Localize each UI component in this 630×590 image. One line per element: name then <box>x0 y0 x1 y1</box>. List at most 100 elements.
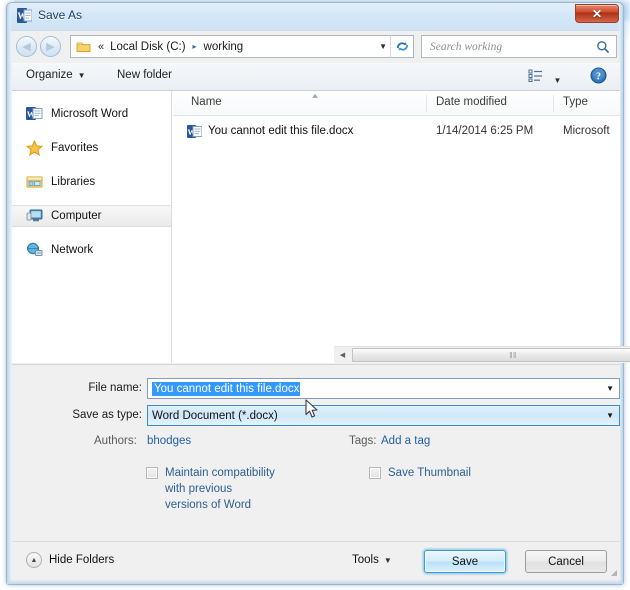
view-options-button[interactable]: ▼ <box>528 68 561 88</box>
hide-folders-label: Hide Folders <box>49 554 115 566</box>
dialog-title: Save As <box>38 8 83 22</box>
sidebar-item-label: Network <box>51 244 94 256</box>
tools-button[interactable]: Tools ▼ <box>352 554 392 566</box>
authors-label: Authors: <box>94 435 137 447</box>
cancel-button[interactable]: Cancel <box>525 550 607 573</box>
forward-arrow-icon: ▶ <box>46 41 55 53</box>
save-as-type-select[interactable]: Word Document (*.docx) ▼ <box>147 405 620 426</box>
search-input[interactable]: Search working <box>421 35 617 58</box>
chevron-down-icon: ▼ <box>77 71 86 80</box>
forward-button[interactable]: ▶ <box>40 36 61 57</box>
breadcrumb-item-folder[interactable]: working <box>204 41 244 53</box>
column-divider[interactable] <box>553 95 554 112</box>
save-thumbnail-checkbox[interactable] <box>369 467 381 479</box>
folder-icon <box>76 40 91 53</box>
sidebar-item-label: Computer <box>51 210 102 222</box>
svg-text:?: ? <box>596 71 601 82</box>
address-bar: ◀ ▶ « Local Disk (C:) ▸ working ▼ Search… <box>7 29 625 63</box>
back-button[interactable]: ◀ <box>16 36 37 57</box>
organize-label: Organize <box>26 69 73 81</box>
cancel-button-label: Cancel <box>548 555 584 568</box>
libraries-icon <box>26 174 44 190</box>
refresh-button[interactable] <box>390 35 414 58</box>
file-date-cell: 1/14/2014 6:25 PM <box>436 125 534 137</box>
chevron-down-icon: ▼ <box>383 556 392 565</box>
computer-icon <box>26 208 44 224</box>
maintain-compatibility-checkbox-row[interactable]: Maintain compatibility with previous ver… <box>146 465 276 513</box>
word-document-icon: W <box>26 106 44 122</box>
organize-button[interactable]: Organize ▼ <box>26 69 86 81</box>
tags-label: Tags: <box>349 435 377 447</box>
sidebar-item-computer[interactable]: Computer <box>12 205 171 227</box>
scroll-left-arrow-icon[interactable]: ◀ <box>334 347 351 363</box>
refresh-icon <box>391 36 413 57</box>
column-divider[interactable] <box>426 95 427 112</box>
file-name-cell: You cannot edit this file.docx <box>208 125 354 137</box>
sidebar-item-label: Libraries <box>51 176 96 188</box>
dialog-content: W Microsoft Word Favorites Libraries Com… <box>12 91 630 363</box>
dialog-edge-bottom <box>7 579 623 584</box>
save-thumbnail-label[interactable]: Save Thumbnail <box>388 465 529 481</box>
tools-label: Tools <box>352 554 379 566</box>
table-row[interactable]: W You cannot edit this file.docx 1/14/20… <box>181 121 620 141</box>
mouse-cursor-icon <box>305 399 318 418</box>
help-button[interactable]: ? <box>590 67 607 89</box>
file-name-input[interactable]: You cannot edit this file.docx ▼ <box>147 378 620 399</box>
view-options-icon <box>528 69 548 87</box>
sidebar-item-label: Microsoft Word <box>51 108 129 120</box>
breadcrumb-item-drive[interactable]: Local Disk (C:) <box>110 41 185 53</box>
file-type-cell: Microsoft <box>563 125 610 137</box>
column-header-date-modified[interactable]: Date modified <box>436 96 507 108</box>
new-folder-button[interactable]: New folder <box>117 69 172 81</box>
search-placeholder: Search working <box>430 40 503 53</box>
scrollbar-grip-icon: ‖‖ <box>509 350 517 360</box>
dialog-titlebar: W Save As ✕ <box>7 3 625 29</box>
save-button[interactable]: Save <box>424 550 506 573</box>
resize-grip-icon[interactable]: ◢ <box>611 568 617 577</box>
breadcrumb-overflow-icon[interactable]: « <box>98 41 104 53</box>
breadcrumb[interactable]: « Local Disk (C:) ▸ working ▼ <box>70 35 390 58</box>
breadcrumb-separator-icon: ▸ <box>192 42 197 51</box>
save-thumbnail-checkbox-row[interactable]: Save Thumbnail <box>369 465 529 481</box>
save-as-dialog: W Save As ✕ ◀ ▶ « Local Disk (C:) ▸ work… <box>6 2 630 585</box>
sidebar-item-libraries[interactable]: Libraries <box>12 171 171 193</box>
close-icon: ✕ <box>591 6 603 21</box>
chevron-down-icon: ▼ <box>553 76 562 85</box>
column-header-type[interactable]: Type <box>563 96 588 108</box>
new-folder-label: New folder <box>117 69 172 81</box>
sidebar-item-label: Favorites <box>51 142 99 154</box>
word-document-icon: W <box>17 8 33 23</box>
sort-ascending-icon: ▴ <box>312 91 318 100</box>
magnifier-icon <box>596 40 610 59</box>
back-arrow-icon: ◀ <box>22 41 31 53</box>
network-icon <box>26 242 44 258</box>
maintain-compatibility-checkbox[interactable] <box>146 467 158 479</box>
navigation-sidebar: W Microsoft Word Favorites Libraries Com… <box>12 91 172 363</box>
save-form: File name: You cannot edit this file.doc… <box>12 364 620 546</box>
column-header-name[interactable]: Name <box>191 96 222 108</box>
save-as-type-value: Word Document (*.docx) <box>152 409 278 422</box>
help-icon: ? <box>590 67 607 88</box>
chevron-down-icon[interactable]: ▼ <box>379 36 387 57</box>
save-button-label: Save <box>451 555 479 568</box>
dialog-footer: ▲ Hide Folders Tools ▼ Save Cancel ◢ <box>12 541 620 579</box>
hide-folders-button[interactable]: ▲ Hide Folders <box>26 552 114 568</box>
save-as-type-label: Save as type: <box>72 409 142 421</box>
file-list: ▴ Name Date modified Type W You cannot e… <box>173 91 630 363</box>
star-icon <box>25 139 44 157</box>
horizontal-scrollbar[interactable]: ◀ ‖‖ ▶ <box>334 346 630 363</box>
chevron-up-icon: ▲ <box>26 552 42 568</box>
close-button[interactable]: ✕ <box>575 4 619 23</box>
chevron-down-icon[interactable]: ▼ <box>606 406 614 425</box>
add-a-tag-link[interactable]: Add a tag <box>381 435 430 447</box>
command-bar: Organize ▼ New folder ▼ ? <box>12 63 620 91</box>
word-document-icon: W <box>187 124 203 139</box>
sidebar-item-microsoft-word[interactable]: W Microsoft Word <box>12 103 171 125</box>
sidebar-item-network[interactable]: Network <box>12 239 171 261</box>
sidebar-item-favorites[interactable]: Favorites <box>12 137 171 159</box>
scrollbar-thumb[interactable]: ‖‖ <box>352 348 630 362</box>
maintain-compatibility-label[interactable]: Maintain compatibility with previous ver… <box>165 465 276 513</box>
authors-value[interactable]: bhodges <box>147 435 191 447</box>
file-name-value: You cannot edit this file.docx <box>152 381 301 396</box>
chevron-down-icon[interactable]: ▼ <box>606 379 614 398</box>
